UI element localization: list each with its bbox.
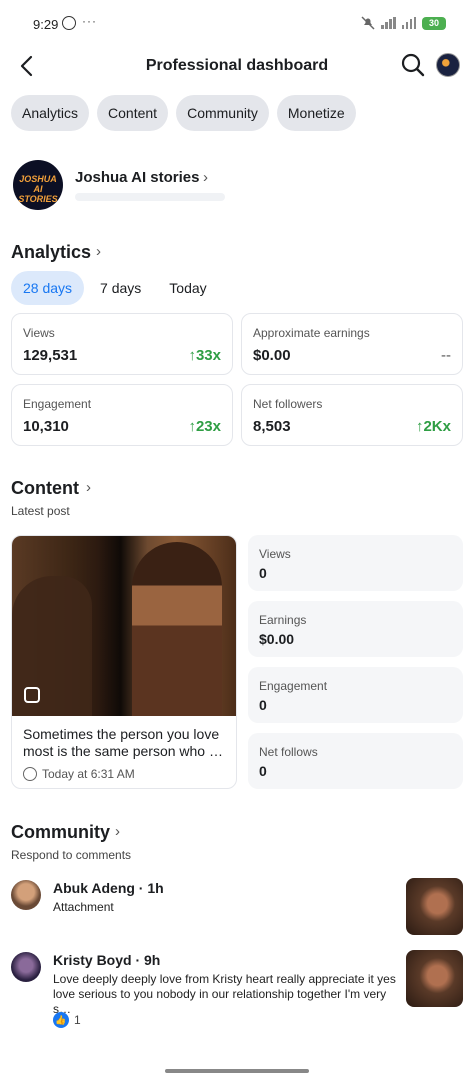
metric-value: 10,310 — [23, 418, 69, 435]
top-bar: Professional dashboard — [0, 46, 474, 88]
whatsapp-icon — [62, 16, 76, 30]
metric-card-engagement[interactable]: Engagement 10,310 ↑23x — [11, 384, 233, 446]
metric-card-views[interactable]: Views 129,531 ↑33x — [11, 313, 233, 375]
comment-post-thumbnail — [406, 950, 463, 1007]
post-caption: Sometimes the person you love most is th… — [23, 726, 223, 759]
community-subtitle: Respond to comments — [11, 848, 132, 862]
post-stat-net-follows: Net follows 0 — [248, 733, 463, 789]
metric-value: $0.00 — [253, 347, 291, 364]
metric-value: 129,531 — [23, 347, 78, 364]
dashboard-tabs: Analytics Content Community Monetize — [11, 95, 356, 131]
page-name: Joshua AI stories — [75, 169, 200, 186]
stat-label: Views — [259, 547, 291, 561]
avatar — [11, 952, 41, 982]
tab-community[interactable]: Community — [176, 95, 269, 131]
metric-label: Engagement — [23, 397, 92, 411]
chevron-right-icon[interactable]: › — [96, 243, 101, 260]
tab-analytics[interactable]: Analytics — [11, 95, 90, 131]
globe-icon — [23, 767, 37, 781]
tab-monetize[interactable]: Monetize — [276, 95, 356, 131]
page-subtitle-placeholder — [75, 193, 225, 201]
post-thumbnail — [12, 536, 236, 716]
comment-author: Abuk Adeng · 1h — [53, 880, 164, 896]
chevron-right-icon[interactable]: › — [115, 823, 120, 840]
stat-value: $0.00 — [259, 631, 295, 647]
chevron-right-icon[interactable]: › — [86, 479, 91, 496]
content-subtitle: Latest post — [11, 504, 70, 518]
like-count: 1 — [74, 1013, 81, 1027]
metric-card-earnings[interactable]: Approximate earnings $0.00 -- — [241, 313, 463, 375]
profile-row[interactable]: JOSHUA AI STORIES Joshua AI stories › — [13, 160, 453, 210]
comment-item[interactable]: Kristy Boyd · 9h Love deeply deeply love… — [11, 950, 463, 1032]
like-icon: 👍 — [53, 1012, 69, 1028]
metric-card-net-followers[interactable]: Net followers 8,503 ↑2Kx — [241, 384, 463, 446]
home-indicator[interactable] — [165, 1069, 309, 1073]
community-heading[interactable]: Community — [11, 822, 110, 843]
stat-value: 0 — [259, 763, 267, 779]
metric-label: Views — [23, 326, 55, 340]
stat-label: Net follows — [259, 745, 318, 759]
page-avatar: JOSHUA AI STORIES — [13, 160, 63, 210]
content-heading[interactable]: Content — [11, 478, 79, 499]
search-icon[interactable] — [400, 52, 426, 78]
stat-value: 0 — [259, 565, 267, 581]
comment-text: Love deeply deeply love from Kristy hear… — [53, 972, 396, 1016]
range-today[interactable]: Today — [157, 271, 218, 305]
post-stat-views: Views 0 — [248, 535, 463, 591]
signal-icon — [381, 17, 396, 29]
stat-label: Earnings — [259, 613, 307, 627]
page-avatar-logo: JOSHUA AI STORIES — [18, 174, 58, 204]
date-range-selector: 28 days 7 days Today — [11, 271, 223, 305]
metric-change: ↑2Kx — [415, 418, 451, 435]
status-icons: 30 — [361, 16, 446, 30]
range-7-days[interactable]: 7 days — [88, 271, 153, 305]
post-time: Today at 6:31 AM — [42, 767, 135, 781]
latest-post-card[interactable]: Sometimes the person you love most is th… — [11, 535, 237, 789]
metric-change: -- — [441, 347, 451, 364]
stat-label: Engagement — [259, 679, 328, 693]
chevron-right-icon: › — [203, 169, 208, 186]
signal-icon-2 — [401, 17, 416, 29]
profile-avatar-button[interactable] — [436, 53, 460, 77]
metric-change: ↑33x — [188, 347, 221, 364]
analytics-heading[interactable]: Analytics — [11, 242, 91, 263]
metric-label: Net followers — [253, 397, 323, 411]
comment-likes: 👍 1 — [53, 1012, 81, 1028]
post-meta: Today at 6:31 AM — [23, 767, 135, 781]
post-stat-earnings: Earnings $0.00 — [248, 601, 463, 657]
metric-change: ↑23x — [188, 418, 221, 435]
post-figure-woman — [132, 542, 222, 716]
comment-author: Kristy Boyd · 9h — [53, 952, 161, 968]
stat-value: 0 — [259, 697, 267, 713]
reel-icon — [24, 687, 40, 703]
metric-value: 8,503 — [253, 418, 291, 435]
range-28-days[interactable]: 28 days — [11, 271, 85, 305]
mute-icon — [361, 16, 375, 30]
comment-item[interactable]: Abuk Adeng · 1h Attachment — [11, 878, 463, 938]
avatar — [11, 880, 41, 910]
tab-content[interactable]: Content — [97, 95, 169, 131]
comment-post-thumbnail — [406, 878, 463, 935]
metric-label: Approximate earnings — [253, 326, 370, 340]
comment-text: Attachment — [53, 900, 114, 914]
status-time: 9:29 — [33, 17, 59, 32]
status-bar: 9:29 ··· 30 — [0, 0, 474, 46]
post-stat-engagement: Engagement 0 — [248, 667, 463, 723]
more-notifications-icon: ··· — [82, 14, 97, 28]
battery-icon: 30 — [422, 16, 446, 30]
